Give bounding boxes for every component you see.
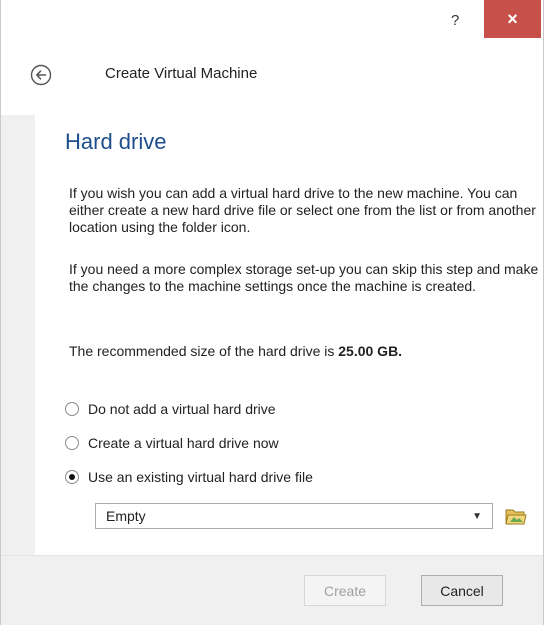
hard-drive-page: Hard drive If you wish you can add a vir… xyxy=(35,115,543,555)
option-use-existing-hard-drive[interactable]: Use an existing virtual hard drive file xyxy=(65,469,313,485)
recommended-size-prefix: The recommended size of the hard drive i… xyxy=(69,343,339,359)
recommended-size-value: 25.00 GB. xyxy=(338,343,403,359)
wizard-header: Create Virtual Machine xyxy=(1,40,543,115)
radio-button[interactable] xyxy=(65,402,79,416)
wizard-title: Create Virtual Machine xyxy=(105,65,258,82)
option-label: Use an existing virtual hard drive file xyxy=(88,469,313,485)
close-button[interactable]: × xyxy=(484,0,541,38)
create-button[interactable]: Create xyxy=(304,575,386,606)
description-paragraph-1: If you wish you can add a virtual hard d… xyxy=(69,185,536,235)
dropdown-arrow-icon[interactable]: ▼ xyxy=(472,511,482,522)
description-paragraph-2: If you need a more complex storage set-u… xyxy=(69,261,539,294)
page-title: Hard drive xyxy=(65,129,167,154)
back-arrow-icon[interactable] xyxy=(30,64,52,86)
hard-drive-file-select[interactable]: Empty ▼ xyxy=(95,503,493,529)
option-create-hard-drive[interactable]: Create a virtual hard drive now xyxy=(65,435,279,451)
help-button[interactable]: ? xyxy=(451,12,459,29)
radio-button-selected[interactable] xyxy=(65,470,79,484)
option-no-hard-drive[interactable]: Do not add a virtual hard drive xyxy=(65,401,276,417)
recommended-size-text: The recommended size of the hard drive i… xyxy=(69,343,539,360)
button-bar: Create Cancel xyxy=(1,555,543,625)
cancel-button[interactable]: Cancel xyxy=(421,575,503,606)
option-label: Do not add a virtual hard drive xyxy=(88,401,276,417)
option-label: Create a virtual hard drive now xyxy=(88,435,279,451)
title-bar: ? × xyxy=(1,0,543,40)
create-vm-dialog: ? × Create Virtual Machine Hard drive If… xyxy=(0,0,544,625)
radio-button[interactable] xyxy=(65,436,79,450)
folder-open-icon[interactable] xyxy=(505,506,527,526)
selected-file-value: Empty xyxy=(106,508,146,524)
